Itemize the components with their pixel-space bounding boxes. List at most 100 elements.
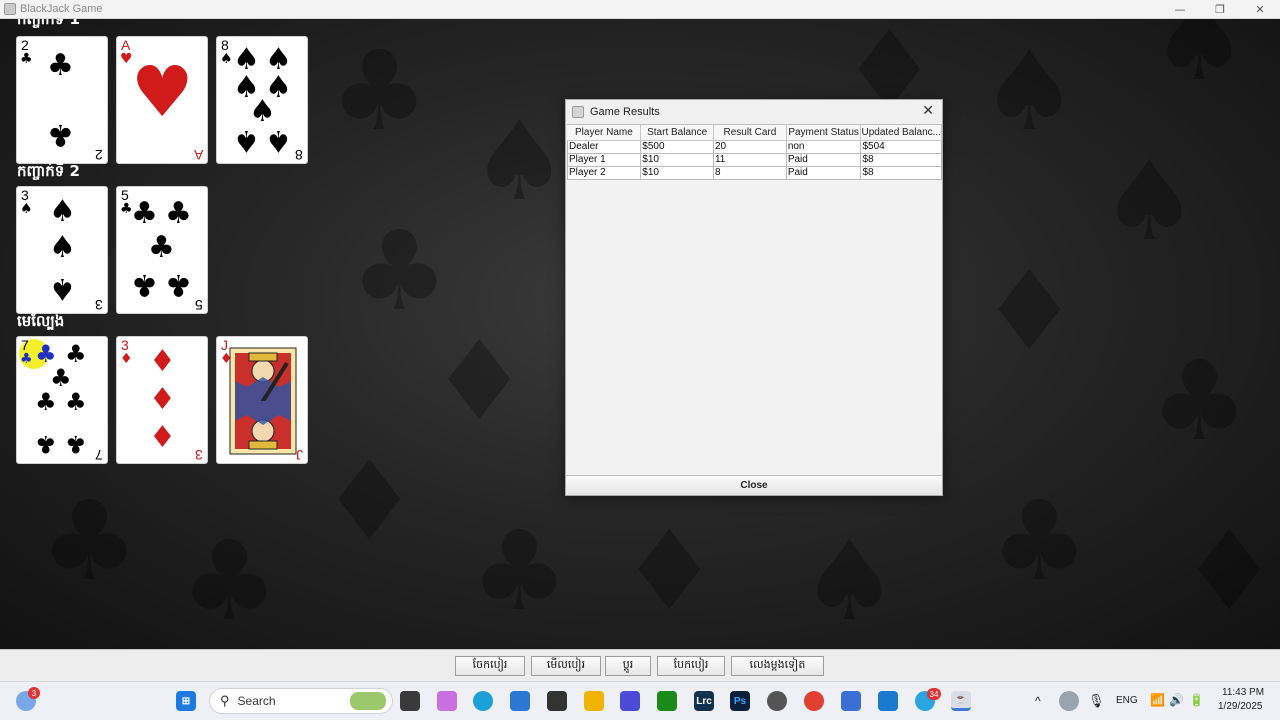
- cell-player-name[interactable]: Dealer: [566, 139, 642, 154]
- playing-card: 7 ♣ ♣ ♣ ♣ ♣ ♣ ♣ ♣ 7: [16, 336, 108, 464]
- cell-start-balance[interactable]: $10: [640, 165, 714, 180]
- app-icon[interactable]: [841, 691, 861, 711]
- window-close-button[interactable]: ✕: [1240, 0, 1280, 19]
- clubs-icon: ♣: [65, 430, 87, 458]
- chrome-icon[interactable]: [804, 691, 824, 711]
- taskbar-search-input[interactable]: ⚲ Search: [209, 688, 393, 714]
- card-rank: 8: [221, 37, 229, 53]
- cell-payment-status[interactable]: Paid: [785, 165, 862, 180]
- hand-2-label: កញ្ចាក់ទី 2: [17, 162, 80, 180]
- weather-badge: 3: [28, 687, 40, 699]
- play-again-button[interactable]: លេងម្តងទៀត: [731, 656, 824, 676]
- microphone-icon[interactable]: 🎙: [1088, 693, 1105, 709]
- maximize-button[interactable]: ❐: [1200, 0, 1240, 19]
- clock-time[interactable]: 11:43 PM: [1222, 687, 1264, 698]
- deal-button[interactable]: ចែកបៀរ: [455, 656, 525, 676]
- cell-result-card[interactable]: 11: [712, 152, 787, 167]
- svg-text:♣: ♣: [350, 207, 449, 335]
- app-icon[interactable]: [547, 691, 567, 711]
- cell-updated-balance[interactable]: $504: [860, 139, 942, 154]
- battery-icon[interactable]: 🔋: [1189, 693, 1204, 707]
- svg-text:♣: ♣: [180, 517, 279, 645]
- card-rank: 3: [195, 447, 203, 463]
- cell-start-balance[interactable]: $10: [640, 152, 714, 167]
- dialog-close-icon[interactable]: ✕: [922, 103, 934, 119]
- app-icon[interactable]: [767, 691, 787, 711]
- visual-studio-icon[interactable]: [620, 691, 640, 711]
- card-rank: 3: [121, 337, 129, 353]
- clubs-icon: ♣: [47, 117, 74, 152]
- spades-icon: ♠: [49, 230, 76, 265]
- split-button[interactable]: បែកបៀរ: [657, 656, 725, 676]
- chevron-up-icon[interactable]: ^: [1035, 694, 1041, 708]
- search-highlight-icon: [350, 692, 386, 710]
- swap-button[interactable]: ប្តូរ: [605, 656, 651, 676]
- card-rank: 8: [295, 147, 303, 163]
- card-rank: 3: [95, 297, 103, 313]
- edge-icon[interactable]: [473, 691, 493, 711]
- clubs-icon: ♣: [20, 51, 33, 67]
- column-header[interactable]: Start Balance: [640, 125, 714, 141]
- close-button[interactable]: Close: [566, 475, 942, 495]
- svg-text:♠: ♠: [470, 97, 569, 225]
- clubs-icon: ♣: [35, 430, 57, 458]
- column-header[interactable]: Result Card: [713, 125, 787, 141]
- svg-text:♦: ♦: [620, 507, 719, 635]
- clubs-icon: ♣: [35, 388, 57, 416]
- cell-player-name[interactable]: Player 2: [566, 165, 642, 180]
- playing-card: 2 ♣ ♣ ♣ 2: [16, 36, 108, 164]
- playing-card: 3 ♦ ♦ ♦ ♦ 3: [116, 336, 208, 464]
- sync-icon[interactable]: [1059, 691, 1079, 711]
- hearts-icon: ♥: [131, 51, 194, 133]
- cell-updated-balance[interactable]: $8: [860, 165, 942, 180]
- diamonds-icon: ♦: [120, 351, 133, 367]
- xbox-icon[interactable]: [657, 691, 677, 711]
- cell-result-card[interactable]: 8: [712, 165, 787, 180]
- cell-start-balance[interactable]: $500: [640, 139, 714, 154]
- copilot-icon[interactable]: [437, 691, 457, 711]
- photoshop-icon[interactable]: Ps: [730, 691, 750, 711]
- svg-text:♣: ♣: [1150, 337, 1249, 465]
- java-app-taskbar-icon[interactable]: ☕: [951, 691, 971, 711]
- start-windows-icon[interactable]: ⊞: [176, 691, 196, 711]
- card-rank: J: [221, 337, 228, 353]
- cell-result-card[interactable]: 20: [712, 139, 787, 154]
- cell-payment-status[interactable]: Paid: [785, 152, 862, 167]
- results-table: Player Name Start Balance Result Card Pa…: [566, 125, 942, 180]
- cell-payment-status[interactable]: non: [785, 139, 862, 154]
- column-header[interactable]: Updated Balanc...: [860, 125, 942, 141]
- game-results-dialog: Game Results ✕ Player Name Start Balance…: [565, 99, 943, 496]
- jack-face-illustration: [229, 347, 297, 455]
- spades-icon: ♠: [49, 271, 76, 306]
- spades-icon: ♠: [49, 194, 76, 229]
- clock-date[interactable]: 1/29/2025: [1218, 701, 1263, 712]
- lightroom-icon[interactable]: Lrc: [694, 691, 714, 711]
- svg-text:♣: ♣: [470, 507, 569, 635]
- cell-player-name[interactable]: Player 1: [566, 152, 642, 167]
- clubs-icon: ♣: [131, 196, 158, 231]
- search-icon: ⚲: [220, 693, 230, 708]
- table-row[interactable]: Player 2 $10 8 Paid $8: [566, 165, 942, 180]
- java-app-icon: [4, 3, 16, 15]
- svg-text:♠: ♠: [1150, 19, 1249, 105]
- view-cards-button[interactable]: មើលបៀរ: [531, 656, 601, 676]
- language-indicator[interactable]: ENG: [1116, 695, 1138, 706]
- table-row[interactable]: Dealer $500 20 non $504: [566, 139, 942, 154]
- wifi-icon[interactable]: 📶: [1150, 693, 1165, 707]
- svg-text:♦: ♦: [430, 317, 529, 445]
- java-app-icon: [572, 105, 584, 118]
- file-explorer-icon[interactable]: [584, 691, 604, 711]
- action-bar: ចែកបៀរ មើលបៀរ ប្តូរ បែកបៀរ លេងម្តងទៀត: [0, 649, 1280, 681]
- minimize-button[interactable]: —: [1160, 0, 1200, 19]
- column-header[interactable]: Player Name: [567, 125, 642, 141]
- cell-updated-balance[interactable]: $8: [860, 152, 942, 167]
- card-rank: 5: [121, 187, 129, 203]
- task-view-icon[interactable]: [400, 691, 420, 711]
- vscode-icon[interactable]: [878, 691, 898, 711]
- column-header[interactable]: Payment Status: [786, 125, 862, 141]
- store-icon[interactable]: [510, 691, 530, 711]
- telegram-badge: 34: [927, 688, 941, 700]
- volume-icon[interactable]: 🔊: [1169, 693, 1184, 707]
- table-row[interactable]: Player 1 $10 11 Paid $8: [566, 152, 942, 167]
- card-rank: 5: [195, 297, 203, 313]
